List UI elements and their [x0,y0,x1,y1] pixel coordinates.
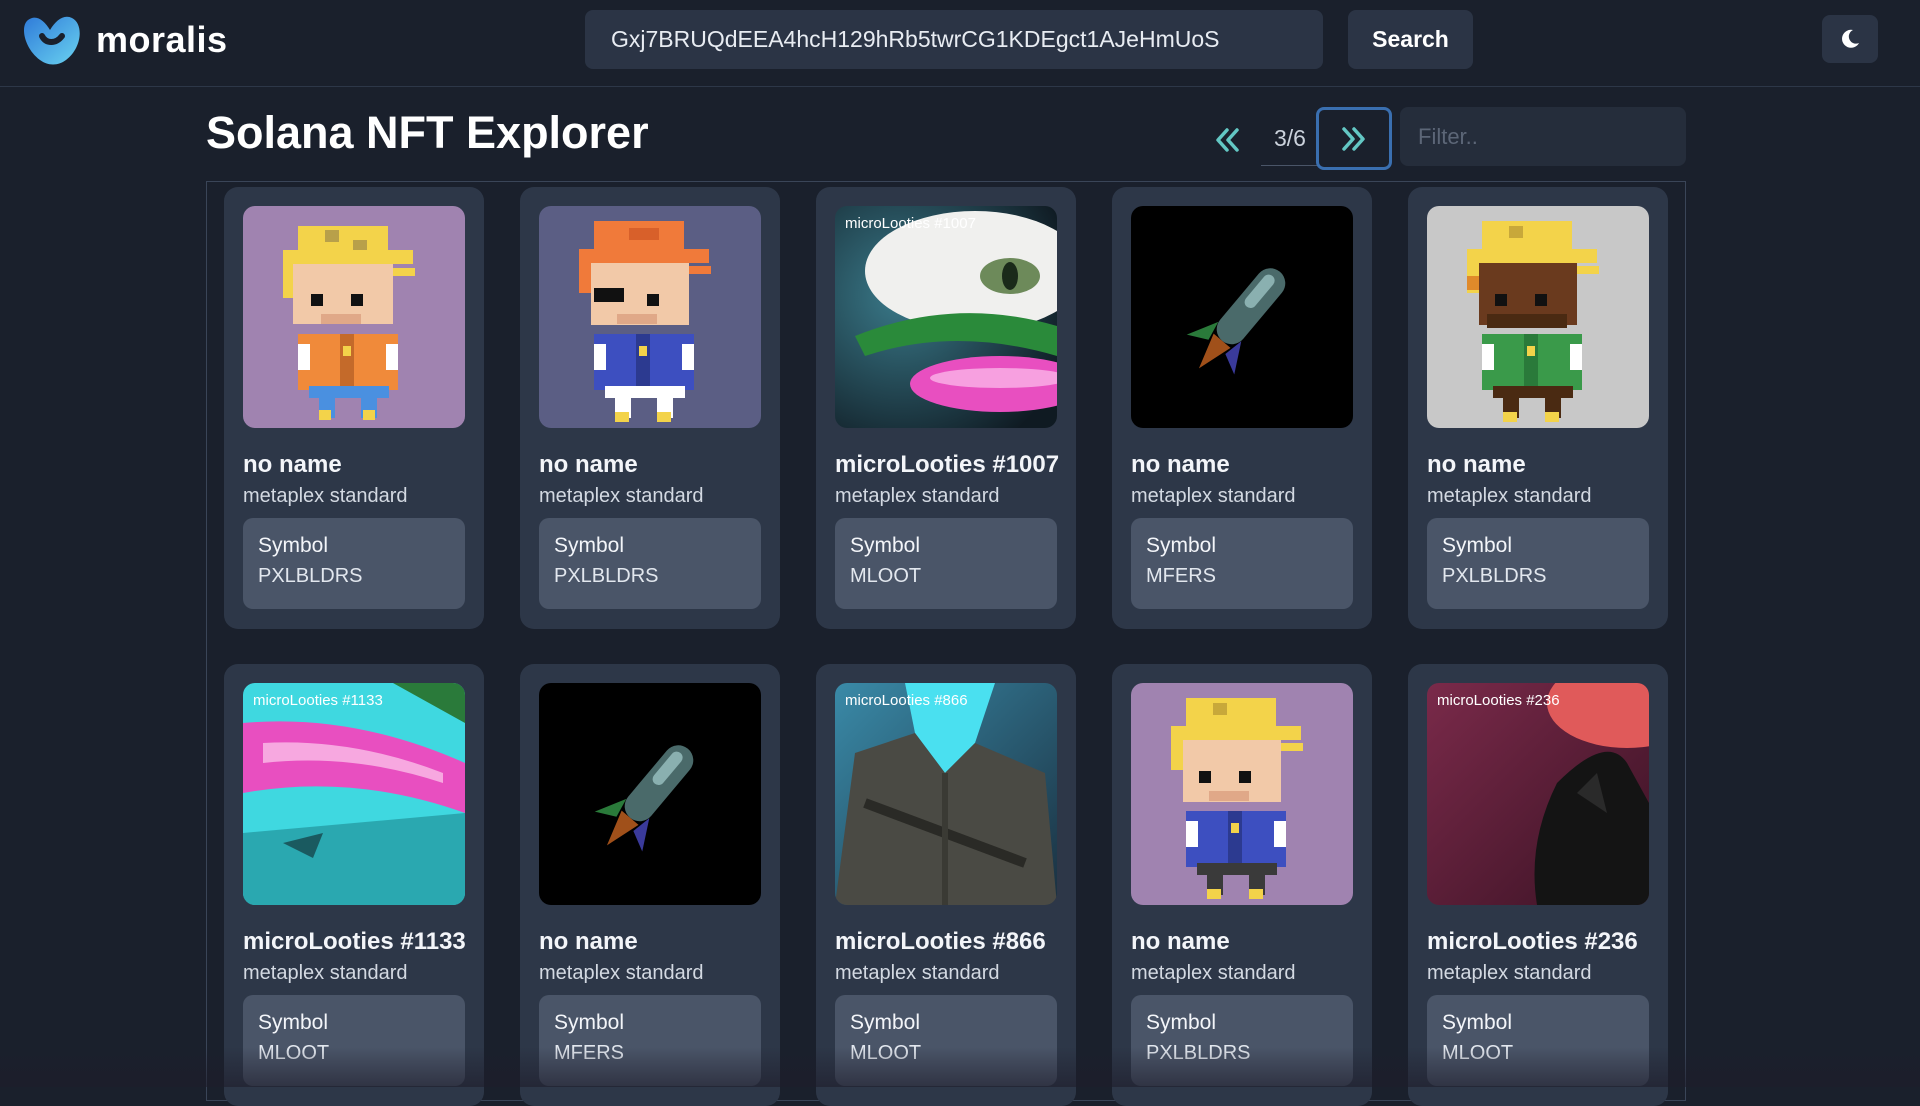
nft-image [539,206,761,428]
nft-overlay-label: microLooties #236 [1437,692,1560,709]
symbol-value: MLOOT [1442,1042,1514,1064]
theme-toggle-button[interactable] [1822,15,1878,63]
symbol-value: PXLBLDRS [554,565,659,587]
address-search-input[interactable] [585,10,1323,69]
symbol-box: Symbol PXLBLDRS [1427,518,1649,609]
symbol-value: MFERS [1146,565,1216,587]
nft-image [1131,206,1353,428]
moon-icon [1842,29,1859,48]
nft-standard: metaplex standard [1427,962,1592,984]
nft-name: no name [539,928,638,955]
symbol-box: Symbol MLOOT [835,518,1057,609]
nft-image: microLooties #236 [1427,683,1649,905]
symbol-box: Symbol MLOOT [243,995,465,1086]
page-title: Solana NFT Explorer [206,107,649,158]
nft-name: no name [1131,451,1230,478]
nft-card[interactable]: no name metaplex standard Symbol PXLBLDR… [1408,187,1668,629]
nft-overlay-label: microLooties #1007 [845,215,976,232]
nft-standard: metaplex standard [835,485,1000,507]
nft-card[interactable]: microLooties #1133 microLooties #1133 me… [224,664,484,1106]
symbol-label: Symbol [258,534,329,557]
nft-standard: metaplex standard [539,962,704,984]
nft-name: no name [539,451,638,478]
nft-card[interactable]: microLooties #236 microLooties #236 meta… [1408,664,1668,1106]
symbol-label: Symbol [850,1011,921,1034]
nft-image [539,683,761,905]
symbol-value: PXLBLDRS [1442,565,1547,587]
nft-standard: metaplex standard [1131,962,1296,984]
symbol-label: Symbol [850,534,921,557]
nft-card[interactable]: no name metaplex standard Symbol MFERS [520,664,780,1106]
brand-logo[interactable]: moralis [22,14,228,66]
symbol-value: MLOOT [850,1042,922,1064]
double-chevron-left-icon [1216,128,1239,152]
nft-card[interactable]: no name metaplex standard Symbol PXLBLDR… [520,187,780,629]
nft-name: no name [1131,928,1230,955]
nft-card[interactable]: microLooties #866 microLooties #866 meta… [816,664,1076,1106]
symbol-value: MFERS [554,1042,624,1064]
nft-standard: metaplex standard [1131,485,1296,507]
nft-overlay-label: microLooties #1133 [253,692,383,709]
nft-image [1131,683,1353,905]
symbol-label: Symbol [1146,1011,1217,1034]
symbol-label: Symbol [554,1011,625,1034]
nft-standard: metaplex standard [835,962,1000,984]
symbol-box: Symbol PXLBLDRS [243,518,465,609]
double-chevron-right-icon [1342,126,1365,151]
nft-image: microLooties #866 [835,683,1057,905]
symbol-value: MLOOT [258,1042,330,1064]
nft-image [243,206,465,428]
symbol-box: Symbol MFERS [539,995,761,1086]
next-page-button[interactable] [1316,107,1392,170]
symbol-box: Symbol MFERS [1131,518,1353,609]
symbol-box: Symbol PXLBLDRS [539,518,761,609]
symbol-box: Symbol MLOOT [1427,995,1649,1086]
top-navbar: moralis Search [0,0,1920,87]
nft-name: microLooties #866 [835,928,1046,955]
nft-overlay-label: microLooties #866 [845,692,968,709]
nft-standard: metaplex standard [539,485,704,507]
nft-name: no name [1427,451,1526,478]
nft-image [1427,206,1649,428]
symbol-label: Symbol [258,1011,329,1034]
symbol-value: PXLBLDRS [1146,1042,1251,1064]
search-button[interactable]: Search [1348,10,1473,69]
symbol-label: Symbol [554,534,625,557]
symbol-label: Symbol [1442,1011,1513,1034]
nft-card[interactable]: no name metaplex standard Symbol MFERS [1112,187,1372,629]
nft-name: microLooties #236 [1427,928,1638,955]
nft-image: microLooties #1007 [835,206,1057,428]
moralis-logo-icon [24,16,80,65]
filter-input[interactable] [1400,107,1686,166]
symbol-box: Symbol PXLBLDRS [1131,995,1353,1086]
nft-name: microLooties #1007 [835,451,1060,478]
symbol-box: Symbol MLOOT [835,995,1057,1086]
nft-card[interactable]: microLooties #1007 microLooties #1007 me… [816,187,1076,629]
symbol-value: PXLBLDRS [258,565,363,587]
nft-name: microLooties #1133 [243,928,466,955]
symbol-label: Symbol [1146,534,1217,557]
nft-grid: no name metaplex standard Symbol PXLBLDR… [206,181,1686,1106]
nft-standard: metaplex standard [243,962,408,984]
symbol-value: MLOOT [850,565,922,587]
nft-standard: metaplex standard [243,485,408,507]
page-indicator: 3/6 [1261,110,1319,166]
nft-standard: metaplex standard [1427,485,1592,507]
nft-card[interactable]: no name metaplex standard Symbol PXLBLDR… [224,187,484,629]
nft-name: no name [243,451,342,478]
nft-image: microLooties #1133 [243,683,465,905]
symbol-label: Symbol [1442,534,1513,557]
brand-name: moralis [96,19,228,60]
nft-card[interactable]: no name metaplex standard Symbol PXLBLDR… [1112,664,1372,1106]
previous-page-button[interactable] [1204,112,1250,168]
